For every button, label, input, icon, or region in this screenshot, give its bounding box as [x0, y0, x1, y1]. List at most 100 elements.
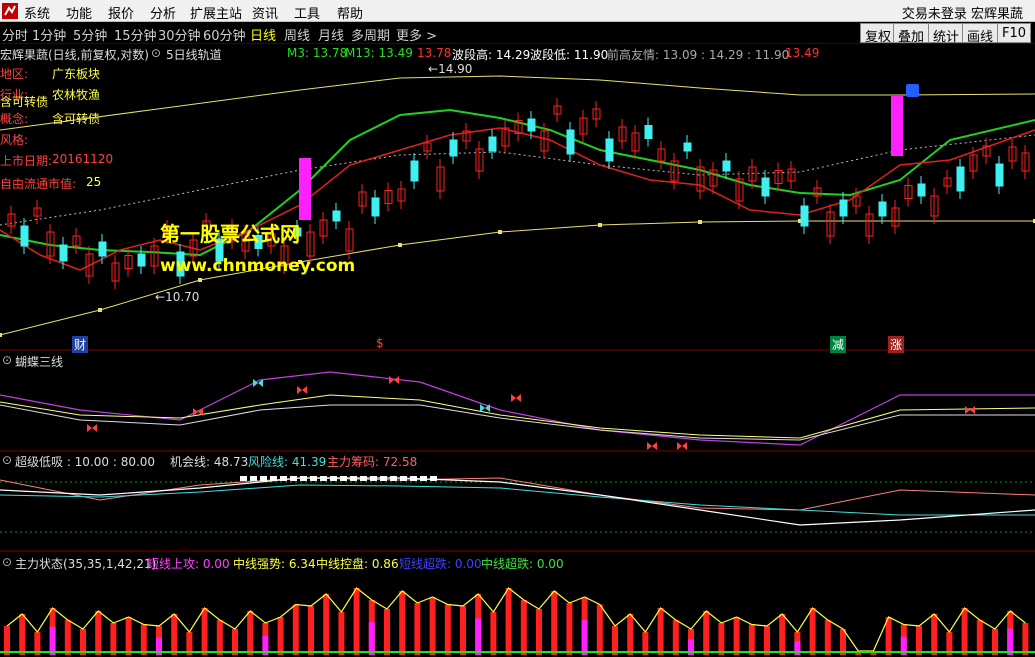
- risk-line: [0, 484, 1035, 516]
- force-bar: [384, 609, 390, 655]
- chip-bar: [250, 476, 257, 481]
- chip-bar: [380, 476, 387, 481]
- ma-long-line: [0, 220, 1035, 336]
- mark-rise[interactable]: 涨: [888, 336, 905, 353]
- candle-body: [20, 225, 29, 247]
- candle-body: [566, 129, 575, 155]
- chip-bar: [280, 476, 287, 481]
- chip-bar: [360, 476, 367, 481]
- candle-body: [371, 197, 380, 217]
- force-bar: [308, 606, 314, 655]
- ma-long-dot: [498, 230, 502, 234]
- force-bar: [657, 608, 664, 655]
- panel2-chips: 主力筹码: 72.58: [327, 455, 418, 469]
- panel2-menu-icon[interactable]: ⊙: [2, 453, 12, 467]
- ma-long-dot: [198, 278, 202, 282]
- panel3-title: 主力状态(35,35,1,42,21): [15, 557, 157, 571]
- chip-bar: [410, 476, 417, 481]
- candle-body: [449, 139, 458, 157]
- ma-long-dot: [598, 223, 602, 227]
- force-bar: [414, 603, 421, 655]
- butterfly-icon: [511, 394, 521, 402]
- candle-highlight: [891, 96, 903, 156]
- panel2-chance: 机会线: 48.73: [170, 455, 249, 469]
- chip-bar: [260, 476, 267, 481]
- candle-body: [59, 244, 68, 262]
- force-bar: [733, 617, 740, 655]
- force-bar: [277, 617, 284, 655]
- force-bar: [536, 609, 542, 655]
- panel1-header: ⊙ 蝴蝶三线: [0, 353, 300, 369]
- candle-body: [956, 166, 965, 192]
- force-bar: [627, 614, 634, 655]
- panel2-title: 超级低吸 : 10.00 : 80.00: [15, 455, 156, 469]
- force-bar: [703, 611, 710, 655]
- panel3-menu-icon[interactable]: ⊙: [2, 555, 12, 569]
- force-bar: [520, 600, 527, 655]
- force-bar: [961, 608, 968, 655]
- panel2-risk: 风险线: 41.39: [248, 455, 327, 469]
- butterfly-icon: [965, 406, 975, 414]
- chip-bar: [240, 476, 247, 481]
- high-arrow-icon: ←: [428, 62, 439, 76]
- force-bar: [1022, 623, 1029, 655]
- chip-bar: [330, 476, 337, 481]
- chance-line: [0, 477, 1035, 526]
- force-bar: [201, 608, 208, 655]
- force-bar: [779, 614, 786, 655]
- chip-bar: [290, 476, 297, 481]
- mark-dollar[interactable]: $: [376, 336, 384, 350]
- force-bar: [140, 624, 147, 655]
- candle-body: [917, 183, 926, 197]
- panel3-short-super: 短线超跌: 0.00: [399, 557, 482, 571]
- force-bar: [505, 588, 512, 655]
- butterfly-icon: [297, 386, 307, 394]
- butterfly-line-1: [0, 371, 1035, 446]
- panel1-menu-icon[interactable]: ⊙: [2, 353, 12, 367]
- mark-finance[interactable]: 财: [72, 336, 89, 353]
- chip-bar: [300, 476, 307, 481]
- force-bar: [566, 603, 573, 655]
- mark-reduce[interactable]: 减: [830, 336, 847, 353]
- force-bar: [931, 614, 938, 655]
- force-bar-alt: [49, 626, 56, 655]
- force-bar: [976, 620, 983, 655]
- low-annotation: ←10.70: [155, 290, 199, 304]
- candle-body: [878, 201, 887, 217]
- high-annotation: ←14.90: [428, 62, 472, 76]
- chip-bar: [370, 476, 377, 481]
- candle-body: [137, 253, 146, 267]
- force-bar: [764, 626, 770, 655]
- force-bar: [399, 591, 406, 655]
- force-bar-alt: [581, 620, 588, 655]
- force-bar: [353, 588, 360, 655]
- force-bar: [338, 612, 345, 655]
- high-value: 14.90: [438, 62, 473, 76]
- butterfly-line-2: [0, 394, 1035, 439]
- force-bar: [460, 606, 466, 655]
- candle-body: [605, 138, 614, 162]
- force-bar: [110, 623, 117, 655]
- force-bar: [429, 597, 436, 655]
- force-bar-alt: [475, 618, 482, 655]
- force-bar: [490, 612, 497, 655]
- candle-body: [995, 163, 1004, 187]
- ma-long-dot: [398, 243, 402, 247]
- candle-body: [839, 199, 848, 217]
- candle-body: [527, 118, 536, 132]
- face-icon[interactable]: [906, 84, 919, 97]
- panel1-title: 蝴蝶三线: [15, 355, 64, 369]
- force-bar: [95, 611, 102, 655]
- panel3-mid-control: 中线控盘: 0.86: [316, 557, 399, 571]
- chip-bar: [270, 476, 277, 481]
- watermark-title: 第一股票公式网: [160, 222, 300, 246]
- ma-long-dot: [0, 333, 2, 337]
- force-bar: [916, 626, 922, 655]
- force-bar: [809, 608, 816, 655]
- panel3-short-up: 短线上攻: 0.00: [147, 557, 230, 571]
- candle-body: [761, 177, 770, 197]
- force-bar: [323, 594, 330, 655]
- force-bar: [247, 611, 254, 655]
- candle-body: [683, 142, 692, 152]
- candle-highlight: [299, 158, 311, 220]
